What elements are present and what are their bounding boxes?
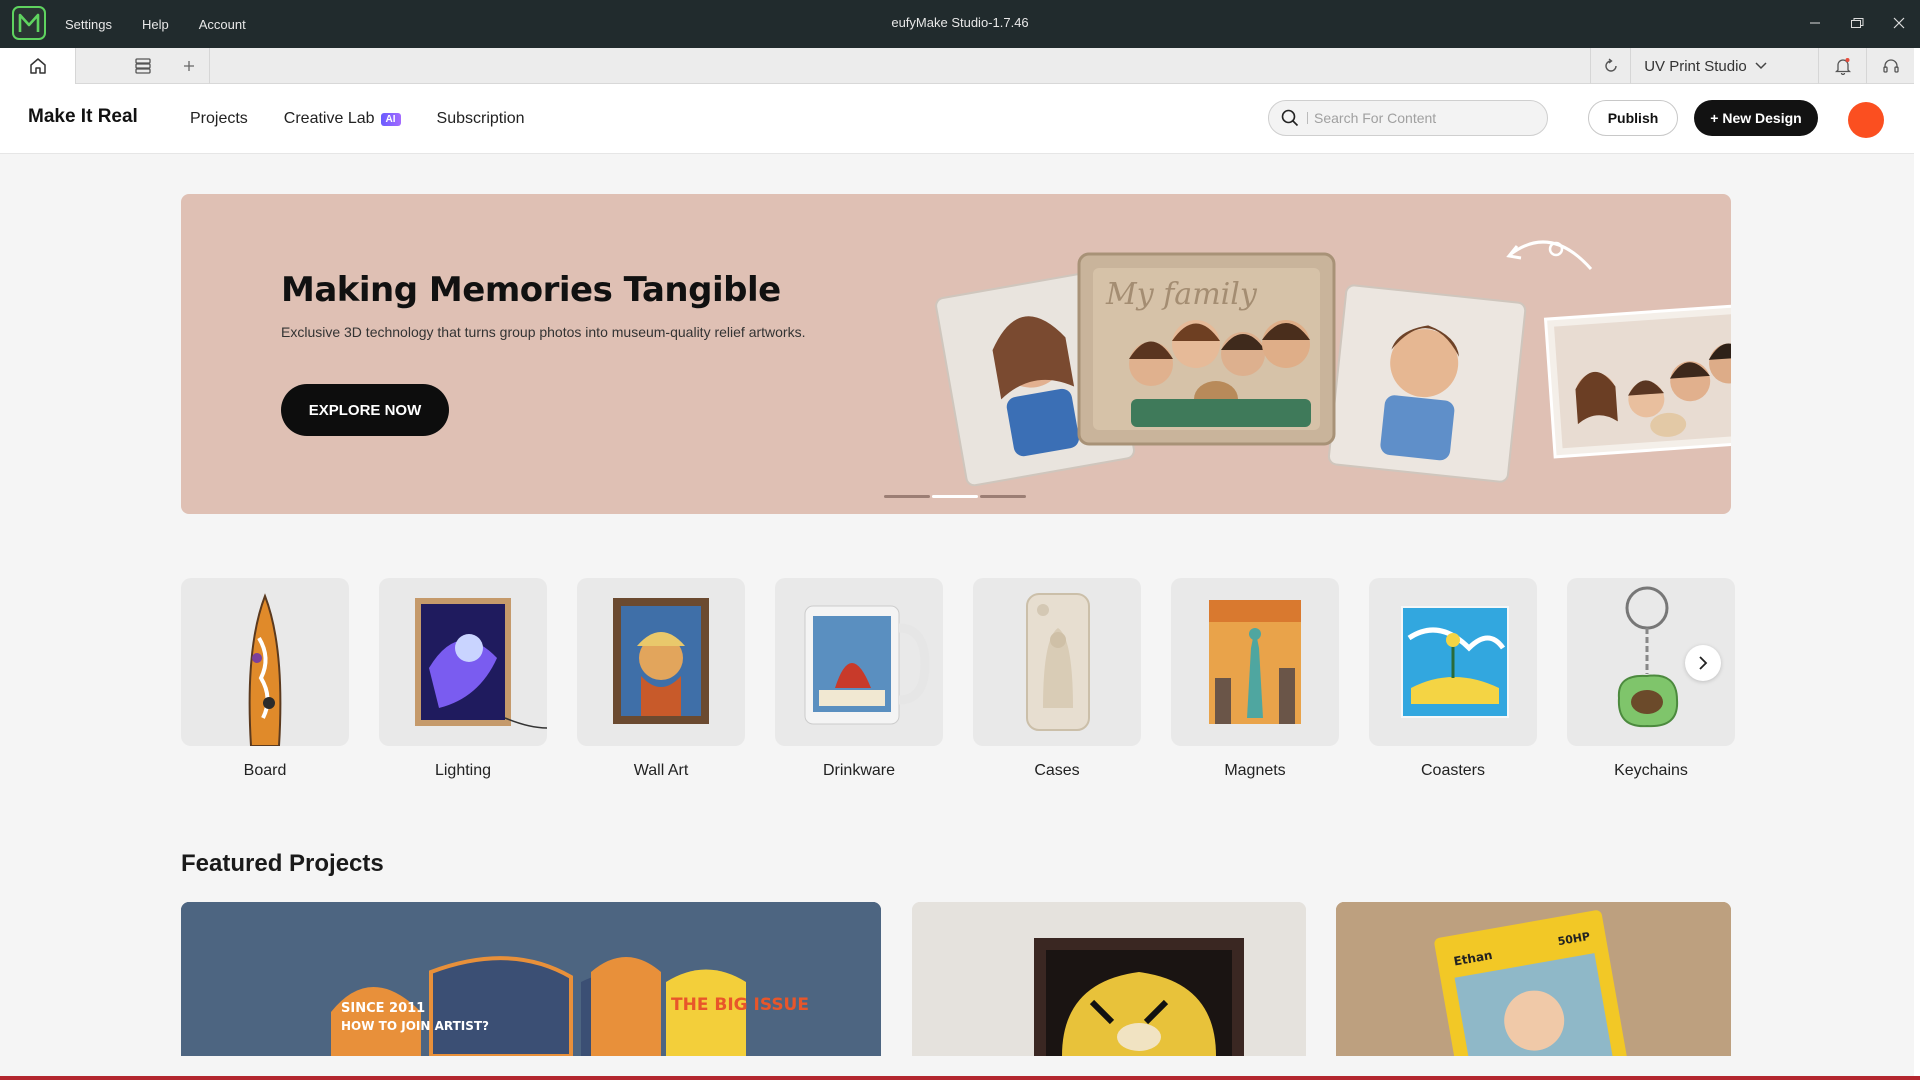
trading-card-image: Ethan 50HP — [1336, 902, 1731, 1056]
hero-title: Making Memories Tangible — [281, 270, 781, 310]
window-controls — [1794, 0, 1920, 48]
refresh-button[interactable] — [1590, 48, 1630, 84]
carousel-next-button[interactable] — [1685, 645, 1721, 681]
category-label: Drinkware — [822, 762, 895, 779]
category-label: Board — [243, 762, 287, 779]
search-box[interactable] — [1268, 100, 1548, 136]
category-label: Magnets — [1224, 762, 1286, 779]
explore-now-button[interactable]: EXPLORE NOW — [281, 384, 449, 436]
window-title: eufyMake Studio-1.7.46 — [891, 15, 1029, 30]
skateboard-text-3: THE BIG ISSUE — [671, 995, 809, 1015]
close-button[interactable] — [1878, 0, 1920, 45]
app-menu: Settings Help Account — [65, 0, 276, 48]
refresh-icon — [1604, 58, 1617, 72]
site-header: Make It Real Projects Creative Lab AI Su… — [0, 84, 1914, 154]
layers-icon — [134, 58, 151, 74]
featured-projects-title: Featured Projects — [181, 850, 384, 877]
app-window: Settings Help Account eufyMake Studio-1.… — [0, 0, 1920, 1080]
menu-help[interactable]: Help — [142, 17, 169, 32]
vertical-scrollbar[interactable] — [1914, 48, 1920, 1080]
chevron-right-icon — [1699, 656, 1708, 670]
skateboard-text-2: HOW TO JOIN ARTIST? — [341, 1019, 489, 1033]
search-divider — [1307, 112, 1308, 124]
family-relief-illustration: My family — [935, 240, 1731, 487]
surfboard-image — [181, 578, 349, 746]
nav-subscription[interactable]: Subscription — [437, 110, 525, 128]
publish-button[interactable]: Publish — [1588, 100, 1678, 136]
app-logo-icon — [12, 6, 46, 40]
hero-dot-3[interactable] — [980, 495, 1026, 498]
menu-account[interactable]: Account — [199, 17, 246, 32]
featured-card-2[interactable] — [912, 902, 1306, 1056]
menu-settings[interactable]: Settings — [65, 17, 112, 32]
category-magnets[interactable]: Magnets — [1171, 578, 1339, 780]
coaster-image — [1369, 578, 1537, 746]
featured-card-3[interactable]: Ethan 50HP — [1336, 902, 1731, 1056]
category-board[interactable]: Board — [181, 578, 349, 780]
nav-creative-lab[interactable]: Creative Lab AI — [284, 110, 401, 128]
headset-icon — [1882, 59, 1899, 73]
category-carousel: Board Lighting Wall Art Drinkware Cases — [181, 578, 1735, 780]
bell-icon — [1834, 58, 1851, 75]
category-label: Cases — [1034, 762, 1080, 779]
tiger-shadowbox-image — [912, 902, 1306, 1056]
mug-image — [775, 578, 943, 746]
category-label: Wall Art — [633, 762, 689, 779]
plus-icon — [183, 61, 194, 71]
skateboard-text-1: SINCE 2011 — [341, 1001, 425, 1016]
category-lighting[interactable]: Lighting — [379, 578, 547, 780]
nav-subscription-label: Subscription — [436, 110, 525, 127]
ai-badge: AI — [380, 112, 401, 126]
category-drinkware[interactable]: Drinkware — [775, 578, 943, 780]
brand-logo[interactable]: Make It Real — [28, 106, 138, 128]
phone-case-image — [973, 578, 1141, 746]
studio-mode-label: UV Print Studio — [1644, 57, 1747, 75]
search-input[interactable] — [1314, 110, 1534, 126]
avatar[interactable] — [1848, 102, 1884, 138]
featured-card-1[interactable]: SINCE 2011 HOW TO JOIN ARTIST? THE BIG I… — [181, 902, 881, 1056]
light-frame-image — [379, 578, 547, 746]
title-bar: Settings Help Account eufyMake Studio-1.… — [0, 0, 1920, 48]
home-tab[interactable] — [0, 48, 76, 84]
hero-banner[interactable]: Making Memories Tangible Exclusive 3D te… — [181, 194, 1731, 514]
category-label: Lighting — [434, 762, 492, 779]
home-icon — [29, 58, 46, 74]
new-design-button[interactable]: + New Design — [1694, 100, 1818, 136]
notifications-button[interactable] — [1818, 48, 1866, 84]
category-coasters[interactable]: Coasters — [1369, 578, 1537, 780]
hero-subtitle: Exclusive 3D technology that turns group… — [281, 324, 806, 340]
new-tab-button[interactable] — [168, 48, 210, 84]
hero-dot-1[interactable] — [884, 495, 930, 498]
search-icon — [1281, 109, 1299, 127]
category-label: Coasters — [1420, 762, 1486, 779]
support-button[interactable] — [1866, 48, 1914, 84]
category-wall-art[interactable]: Wall Art — [577, 578, 745, 780]
minimize-button[interactable] — [1794, 0, 1836, 45]
restore-button[interactable] — [1836, 0, 1878, 45]
chevron-down-icon — [1755, 62, 1767, 70]
category-label: Keychains — [1614, 762, 1688, 779]
nav-creative-lab-label: Creative Lab — [283, 110, 375, 127]
main-nav: Projects Creative Lab AI Subscription — [190, 84, 561, 154]
window-border — [0, 1076, 1920, 1080]
nav-projects[interactable]: Projects — [190, 110, 248, 128]
skateboards-image: SINCE 2011 HOW TO JOIN ARTIST? THE BIG I… — [181, 902, 881, 1056]
tab-strip: UV Print Studio — [0, 48, 1914, 84]
wall-art-image — [577, 578, 745, 746]
nav-projects-label: Projects — [190, 110, 248, 127]
studio-mode-select[interactable]: UV Print Studio — [1630, 48, 1780, 84]
hero-dot-2[interactable] — [932, 495, 978, 498]
category-cases[interactable]: Cases — [973, 578, 1141, 780]
magnet-image — [1171, 578, 1339, 746]
hero-pagination — [884, 495, 1026, 498]
relief-script: My family — [1105, 277, 1258, 312]
